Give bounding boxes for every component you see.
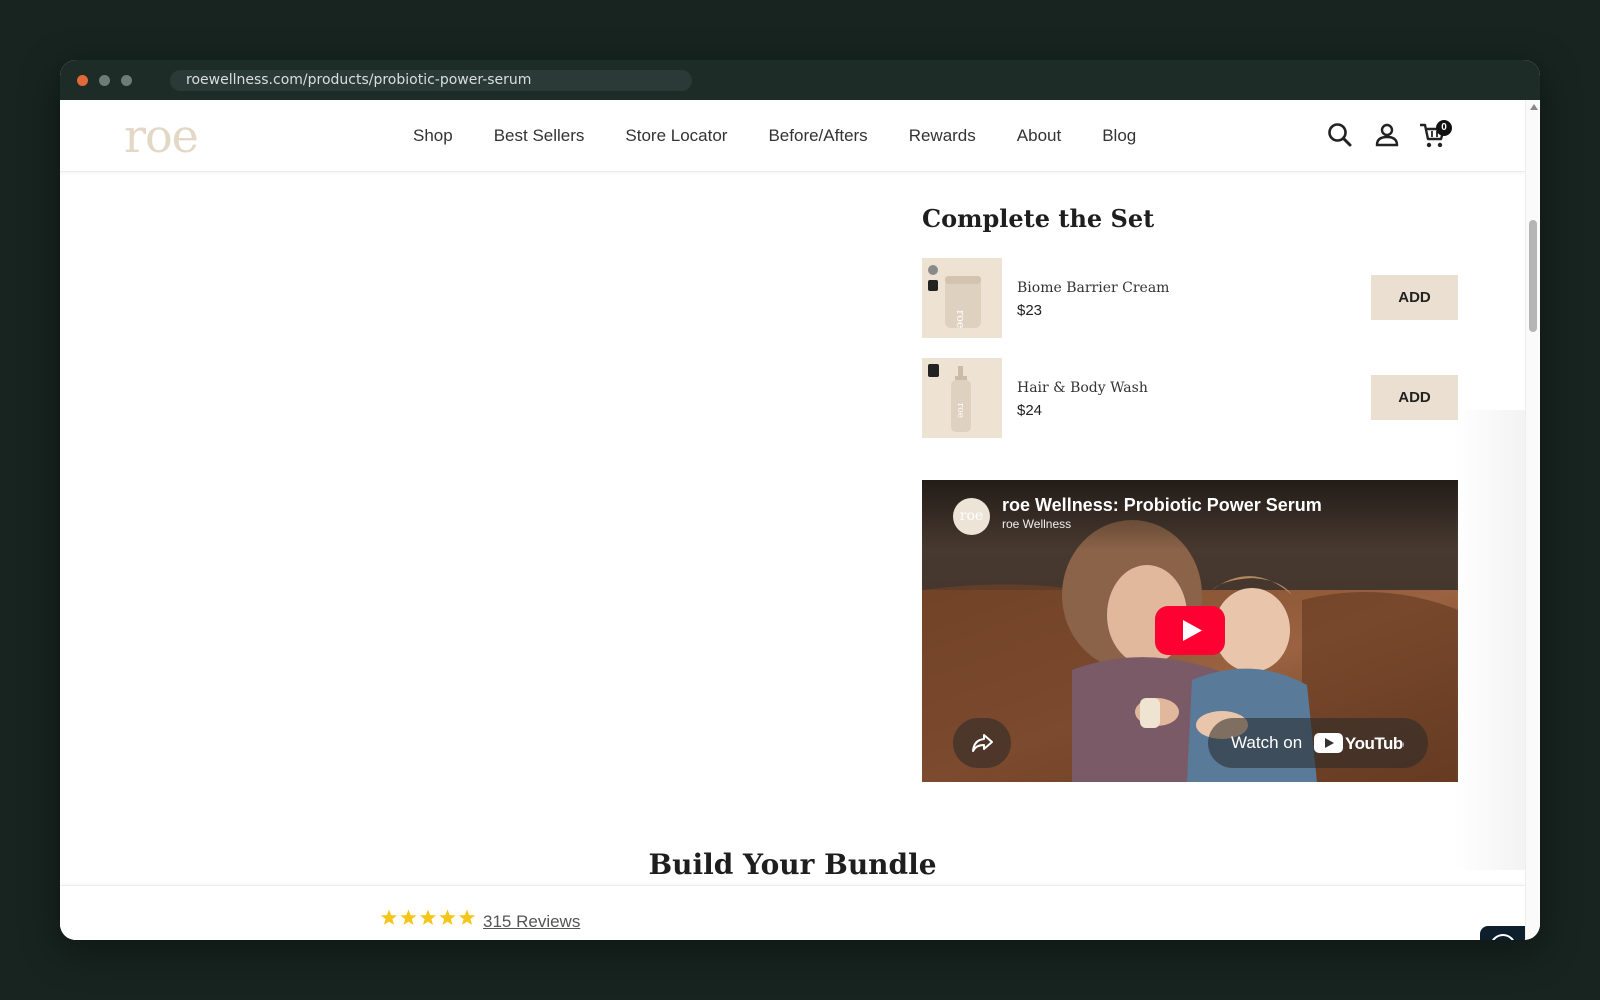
page-viewport: roe Shop Best Sellers Store Locator Befo… [60, 100, 1540, 940]
side-panel-shadow [1455, 410, 1525, 870]
star-icon [380, 909, 398, 925]
item-name[interactable]: Biome Barrier Cream [1017, 280, 1169, 296]
nav-before-afters[interactable]: Before/Afters [768, 126, 867, 146]
star-icon [439, 909, 456, 925]
add-biome-barrier-cream-button[interactable]: ADD [1371, 275, 1458, 320]
browser-window: roewellness.com/products/probiotic-power… [60, 60, 1540, 940]
youtube-video-embed[interactable]: roe roe Wellness: Probiotic Power Serum … [922, 480, 1458, 782]
star-icon [458, 909, 476, 925]
star-icon [400, 909, 417, 925]
address-bar[interactable]: roewellness.com/products/probiotic-power… [170, 70, 692, 91]
hair-body-wash-image[interactable]: roe [922, 358, 1002, 438]
scroll-thumb[interactable] [1529, 220, 1537, 332]
rating-stars [380, 909, 476, 925]
item-name[interactable]: Hair & Body Wash [1017, 380, 1148, 396]
nav-store-locator[interactable]: Store Locator [625, 126, 727, 146]
star-icon [419, 909, 437, 925]
accessibility-help-button[interactable] [1480, 926, 1528, 940]
close-window-button[interactable] [77, 75, 88, 86]
watch-on-label: Watch on [1231, 733, 1303, 752]
main-nav: Shop Best Sellers Store Locator Before/A… [413, 100, 1136, 172]
set-item: roe Biome Barrier Cream $23 ADD [922, 258, 1458, 338]
add-hair-body-wash-button[interactable]: ADD [1371, 375, 1458, 420]
svg-text:roe: roe [954, 310, 967, 328]
channel-avatar[interactable]: roe [953, 498, 990, 535]
site-header: roe Shop Best Sellers Store Locator Befo… [60, 100, 1525, 172]
account-icon[interactable] [1372, 120, 1402, 150]
biome-barrier-cream-image[interactable]: roe [922, 258, 1002, 338]
share-button[interactable] [953, 718, 1011, 768]
svg-text:roe: roe [955, 403, 965, 418]
watch-on-youtube-button[interactable]: Watch on YouTube [1208, 718, 1428, 768]
share-icon [972, 734, 993, 752]
site-logo[interactable]: roe [124, 108, 199, 164]
reviews-link[interactable]: 315 Reviews [483, 912, 580, 932]
cart-count-badge: 0 [1436, 120, 1452, 136]
build-your-bundle-heading: Build Your Bundle [648, 848, 937, 881]
accessibility-icon [1492, 934, 1514, 940]
item-price: $23 [1017, 302, 1043, 319]
maximize-window-button[interactable] [121, 75, 132, 86]
youtube-logo-icon: YouTube [1314, 733, 1404, 753]
complete-the-set-heading: Complete the Set [922, 204, 1155, 233]
set-item: roe Hair & Body Wash $24 ADD [922, 358, 1458, 438]
scroll-up-arrow[interactable] [1530, 104, 1538, 110]
nav-blog[interactable]: Blog [1102, 126, 1136, 146]
video-title[interactable]: roe Wellness: Probiotic Power Serum [1002, 495, 1322, 516]
nav-rewards[interactable]: Rewards [909, 126, 976, 146]
minimize-window-button[interactable] [99, 75, 110, 86]
video-channel[interactable]: roe Wellness [1002, 517, 1071, 531]
page-scrollbar[interactable] [1525, 100, 1540, 940]
browser-titlebar: roewellness.com/products/probiotic-power… [60, 60, 1540, 100]
nav-shop[interactable]: Shop [413, 126, 453, 146]
sticky-reviews-bar: 315 Reviews [60, 885, 1528, 940]
youtube-play-icon[interactable] [1155, 606, 1225, 655]
search-icon[interactable] [1325, 120, 1355, 150]
svg-text:YouTube: YouTube [1345, 734, 1404, 753]
item-price: $24 [1017, 402, 1043, 419]
nav-about[interactable]: About [1017, 126, 1061, 146]
nav-best-sellers[interactable]: Best Sellers [494, 126, 585, 146]
